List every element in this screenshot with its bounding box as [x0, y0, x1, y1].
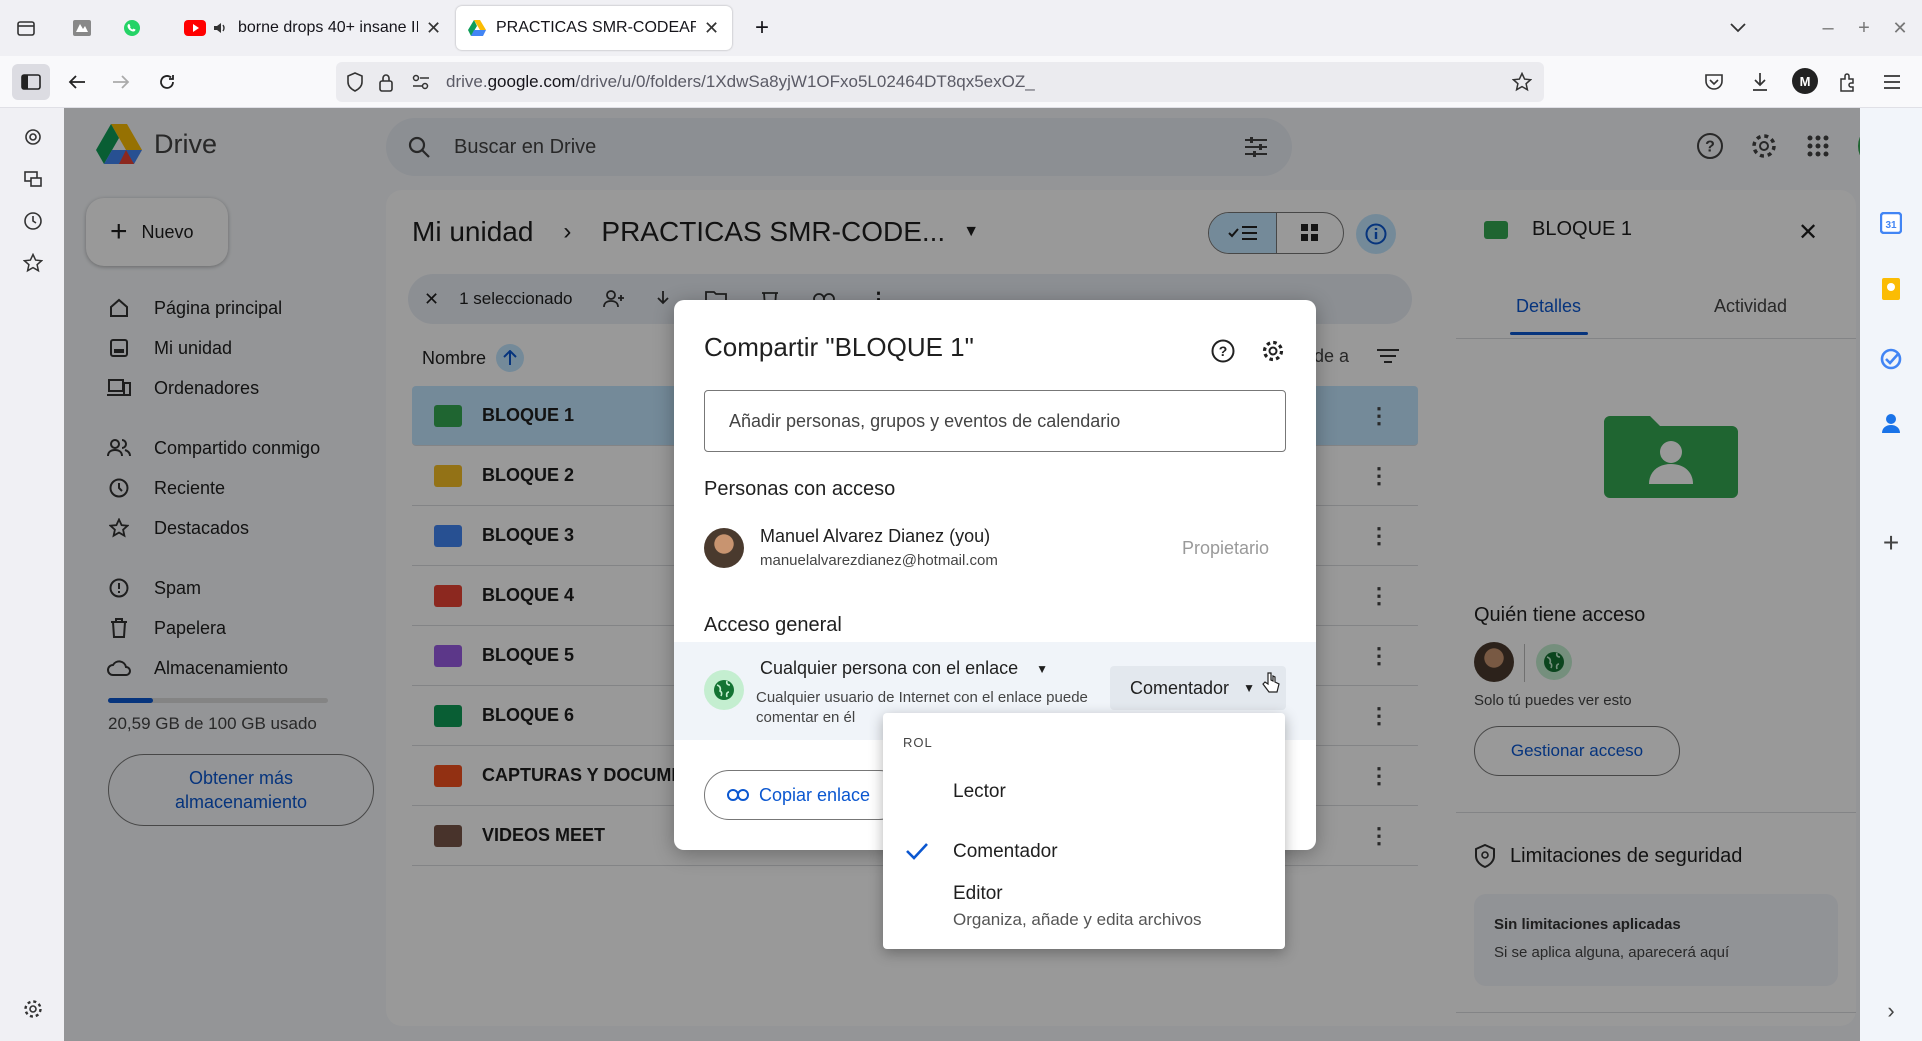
mouse-pointer-icon: [1262, 672, 1280, 694]
reload-icon[interactable]: [152, 66, 182, 98]
link-desc-line: Cualquier usuario de Internet con el enl…: [756, 689, 1088, 706]
lock-icon[interactable]: [378, 72, 394, 92]
url-text: drive.google.com/drive/u/0/folders/1XdwS…: [446, 72, 1035, 91]
downloads-icon[interactable]: [1746, 68, 1774, 96]
role-option-description: Organiza, añade y edita archivos: [953, 910, 1202, 929]
svg-text:?: ?: [1219, 343, 1228, 359]
speaker-icon[interactable]: [212, 20, 228, 36]
browser-nav-bar: drive.google.com/drive/u/0/folders/1XdwS…: [0, 56, 1922, 108]
role-option-label: Comentador: [953, 841, 1058, 862]
link-scope-label: Cualquier persona con el enlace: [760, 658, 1019, 678]
whatsapp-icon[interactable]: [118, 14, 146, 42]
caret-down-icon: ▼: [1036, 661, 1049, 676]
role-dropdown-label: Comentador: [1130, 677, 1230, 698]
role-dropdown[interactable]: Comentador ▼: [1110, 666, 1286, 710]
role-menu-heading: ROL: [903, 735, 933, 750]
menu-icon[interactable]: [1878, 68, 1906, 96]
dialog-settings-icon[interactable]: [1258, 336, 1288, 366]
close-tab-icon[interactable]: ✕: [704, 18, 719, 39]
sidebar-settings-icon[interactable]: [20, 996, 46, 1022]
owner-role: Propietario: [1182, 538, 1270, 558]
owner-avatar: [704, 528, 744, 568]
youtube-icon: [184, 20, 206, 36]
chevron-down-icon[interactable]: [1724, 14, 1752, 42]
link-icon: [727, 789, 749, 801]
people-with-access-heading: Personas con acceso: [704, 478, 896, 500]
close-window-icon[interactable]: ✕: [1888, 14, 1912, 42]
caret-down-icon: ▼: [1243, 681, 1255, 695]
shield-icon[interactable]: [346, 72, 364, 92]
link-scope-dropdown[interactable]: Cualquier persona con el enlace ▼: [760, 658, 1048, 679]
role-option-viewer[interactable]: Lector: [883, 763, 1285, 823]
tab-list-icon[interactable]: [12, 14, 40, 42]
pocket-icon[interactable]: [1700, 68, 1728, 96]
extensions-icon[interactable]: [1834, 68, 1862, 96]
bookmarks-star-icon[interactable]: [20, 250, 46, 276]
tab-label: PRACTICAS SMR-CODEARTS - G: [496, 19, 696, 36]
site-permissions-icon[interactable]: [412, 74, 430, 90]
role-option-editor[interactable]: Editor Organiza, añade y edita archivos: [883, 883, 1285, 945]
history-icon[interactable]: [20, 208, 46, 234]
copy-link-label: Copiar enlace: [759, 784, 871, 805]
back-icon[interactable]: [62, 66, 92, 98]
contacts-icon[interactable]: [1878, 410, 1904, 436]
pinned-tab-icon[interactable]: [68, 14, 96, 42]
role-option-label: Lector: [953, 781, 1006, 802]
tab-youtube[interactable]: borne drops 40+ insane II ✕: [180, 6, 444, 50]
dialog-help-icon[interactable]: ?: [1208, 336, 1238, 366]
add-people-input[interactable]: Añadir personas, grupos y eventos de cal…: [704, 390, 1286, 452]
owner-name: Manuel Alvarez Dianez (you): [760, 526, 991, 546]
new-tab-icon[interactable]: +: [748, 14, 776, 42]
url-bar[interactable]: drive.google.com/drive/u/0/folders/1XdwS…: [336, 62, 1544, 102]
close-tab-icon[interactable]: ✕: [426, 18, 441, 39]
bookmark-star-icon[interactable]: [1512, 72, 1532, 92]
google-drive-icon: [468, 20, 486, 36]
link-globe-icon: [704, 670, 744, 710]
expand-panel-icon[interactable]: ›: [1878, 998, 1904, 1024]
role-option-commenter[interactable]: Comentador: [883, 823, 1285, 883]
checkmark-icon: [905, 841, 929, 861]
browser-sidebar: [0, 108, 64, 1041]
calendar-icon[interactable]: 31: [1878, 210, 1904, 236]
svg-text:31: 31: [1885, 220, 1897, 231]
dialog-title: Compartir "BLOQUE 1": [704, 332, 974, 362]
owner-email: manuelalvarezdianez@hotmail.com: [760, 552, 998, 569]
tab-drive[interactable]: PRACTICAS SMR-CODEARTS - G ✕: [456, 6, 732, 50]
role-option-label: Editor: [953, 883, 1003, 904]
keep-icon[interactable]: [1878, 276, 1904, 302]
tasks-icon[interactable]: [1878, 346, 1904, 372]
account-avatar[interactable]: M: [1792, 68, 1818, 94]
add-app-icon[interactable]: +: [1878, 527, 1904, 558]
role-menu: ROL Lector Comentador Editor Organiza, a…: [883, 713, 1285, 949]
maximize-window-icon[interactable]: +: [1852, 14, 1876, 42]
browser-tab-strip: borne drops 40+ insane II ✕ PRACTICAS SM…: [0, 0, 1922, 56]
synced-tabs-icon[interactable]: [20, 166, 46, 192]
ai-chatbot-icon[interactable]: [20, 124, 46, 150]
copy-link-button[interactable]: Copiar enlace: [704, 770, 904, 820]
side-panel-apps: 31 + ›: [1860, 108, 1922, 1041]
tab-label: borne drops 40+ insane II: [238, 19, 418, 36]
general-access-heading: Acceso general: [704, 614, 842, 636]
minimize-window-icon[interactable]: –: [1816, 14, 1840, 42]
sidebar-toggle-icon[interactable]: [12, 64, 50, 100]
forward-icon[interactable]: [106, 66, 136, 98]
